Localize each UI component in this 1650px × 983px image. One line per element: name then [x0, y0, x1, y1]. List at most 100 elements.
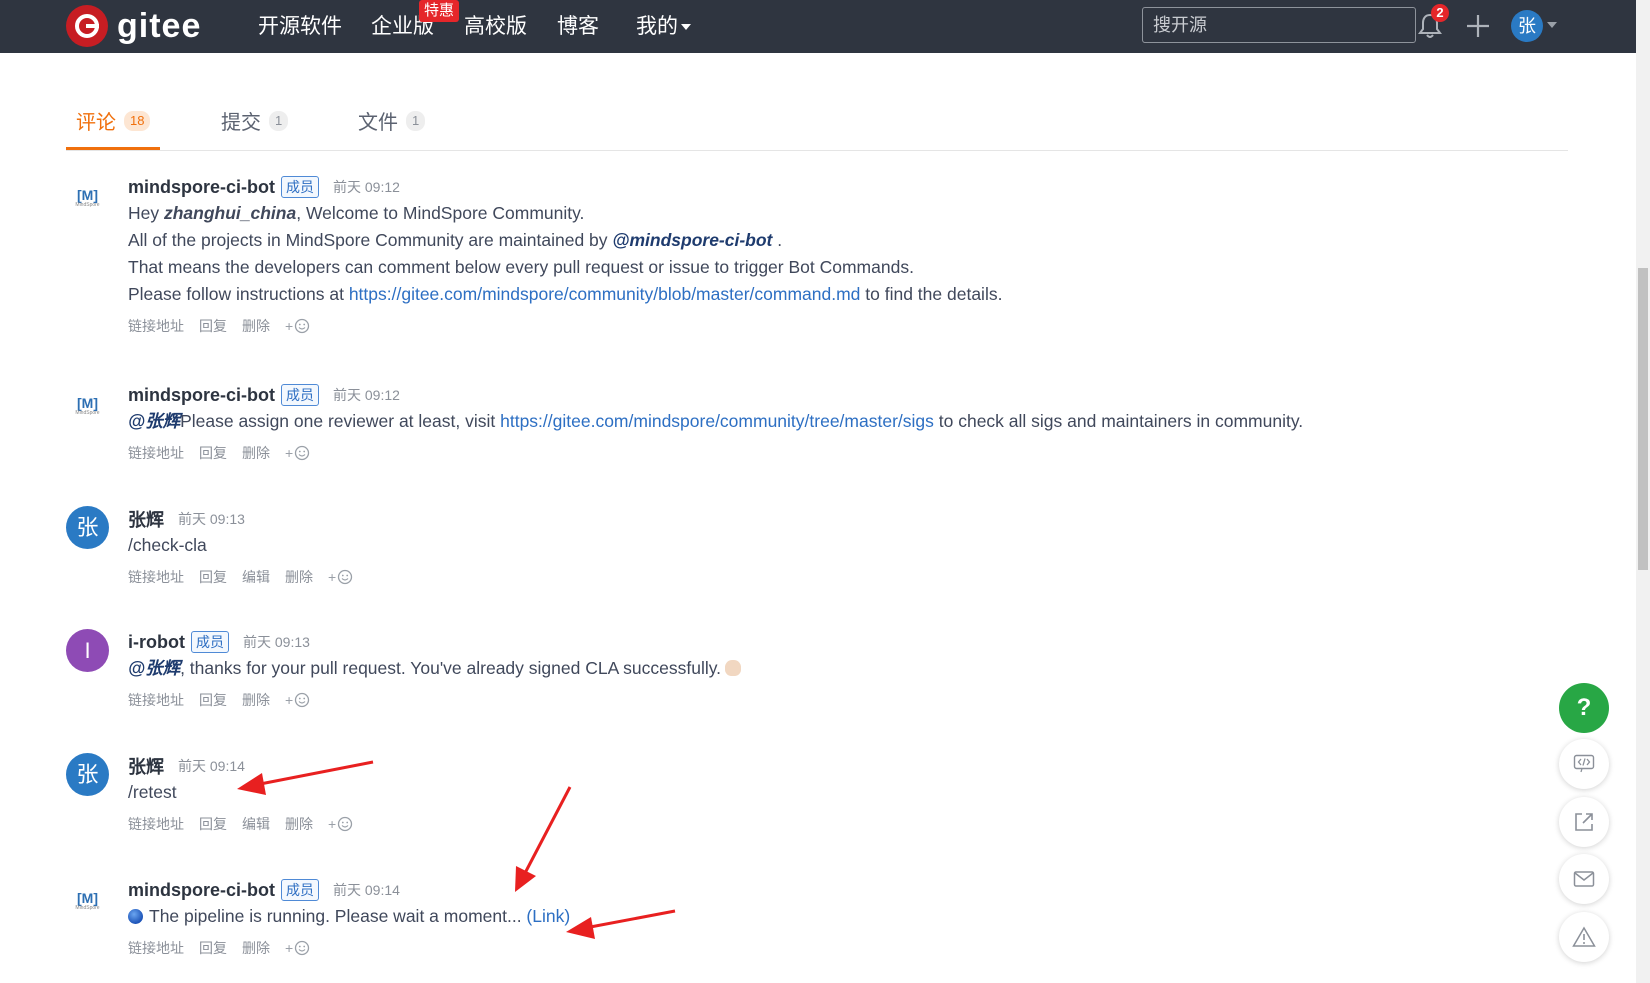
- add-reaction-button[interactable]: +: [285, 445, 310, 461]
- comment-header: i-robot 成员 前天 09:13: [128, 629, 1546, 655]
- comment-text-line: That means the developers can comment be…: [128, 257, 914, 277]
- tab-commits[interactable]: 提交 1: [221, 106, 289, 135]
- comment-actions: 链接地址 回复 编辑 删除 +: [128, 814, 1546, 834]
- reply-action[interactable]: 回复: [199, 443, 227, 463]
- reaction-plus: +: [285, 318, 294, 334]
- mention-link[interactable]: @mindspore-ci-bot: [612, 230, 772, 250]
- add-reaction-button[interactable]: +: [328, 816, 353, 832]
- comment-author[interactable]: 张辉: [128, 753, 164, 779]
- delete-action[interactable]: 删除: [242, 443, 270, 463]
- member-badge: 成员: [281, 879, 319, 901]
- mindspore-logo-sub: MindSpore: [75, 410, 100, 416]
- comment-time[interactable]: 前天 09:14: [333, 880, 400, 900]
- nav-mine-label: 我的: [636, 15, 678, 38]
- comment-text-line: Please follow instructions at https://gi…: [128, 281, 1546, 308]
- warning-icon: [1572, 926, 1596, 947]
- copy-link-action[interactable]: 链接地址: [128, 567, 184, 587]
- comment-header: mindspore-ci-bot 成员 前天 09:14: [128, 877, 1546, 903]
- username-text: zhanghui_china: [163, 203, 297, 223]
- comment-time[interactable]: 前天 09:12: [333, 177, 400, 197]
- delete-action[interactable]: 删除: [285, 814, 313, 834]
- nav-blog[interactable]: 博客: [557, 13, 599, 41]
- user-avatar[interactable]: I: [66, 629, 109, 672]
- comment-author[interactable]: 张辉: [128, 506, 164, 532]
- comment-time[interactable]: 前天 09:13: [243, 632, 310, 652]
- tab-files[interactable]: 文件 1: [358, 106, 426, 135]
- mindspore-logo-icon: [M]: [77, 890, 98, 906]
- comment-time[interactable]: 前天 09:13: [178, 509, 245, 529]
- reply-action[interactable]: 回复: [199, 690, 227, 710]
- edit-action[interactable]: 编辑: [242, 567, 270, 587]
- bot-avatar[interactable]: [M] MindSpore: [66, 182, 109, 225]
- clap-emoji-icon: [725, 660, 742, 676]
- tab-files-label: 文件: [358, 112, 398, 134]
- command-doc-link[interactable]: https://gitee.com/mindspore/community/bl…: [349, 284, 861, 304]
- code-icon: [1573, 754, 1595, 773]
- user-avatar[interactable]: 张: [66, 506, 109, 549]
- comment-text-line: @张辉Please assign one reviewer at least, …: [128, 408, 1546, 435]
- nav-university[interactable]: 高校版: [464, 13, 527, 41]
- member-badge: 成员: [281, 384, 319, 406]
- add-reaction-button[interactable]: +: [328, 569, 353, 585]
- nav-mine[interactable]: 我的: [636, 13, 691, 41]
- bot-avatar[interactable]: [M] MindSpore: [66, 390, 109, 433]
- reaction-plus: +: [285, 692, 294, 708]
- user-avatar[interactable]: 张: [66, 753, 109, 796]
- add-reaction-button[interactable]: +: [285, 318, 310, 334]
- comment-body: 张辉 前天 09:14 /retest 链接地址 回复 编辑 删除 +: [128, 753, 1546, 834]
- delete-action[interactable]: 删除: [242, 690, 270, 710]
- member-badge: 成员: [281, 176, 319, 198]
- comment-actions: 链接地址 回复 删除 +: [128, 690, 1546, 710]
- comment-time[interactable]: 前天 09:12: [333, 385, 400, 405]
- comment-header: mindspore-ci-bot 成员 前天 09:12: [128, 174, 1546, 200]
- mention-link[interactable]: @张辉: [128, 411, 180, 431]
- delete-action[interactable]: 删除: [242, 938, 270, 958]
- reply-action[interactable]: 回复: [199, 316, 227, 336]
- nav-open-source[interactable]: 开源软件: [258, 13, 342, 41]
- message-button[interactable]: [1559, 854, 1609, 904]
- tab-comments[interactable]: 评论 18: [76, 106, 151, 135]
- gitee-logo-icon: [66, 5, 108, 47]
- share-button[interactable]: [1559, 797, 1609, 847]
- comment-author[interactable]: i-robot: [128, 632, 185, 653]
- report-button[interactable]: [1559, 912, 1609, 962]
- delete-action[interactable]: 删除: [285, 567, 313, 587]
- plus-icon[interactable]: [1465, 13, 1491, 39]
- comment-body: mindspore-ci-bot 成员 前天 09:12 @张辉Please a…: [128, 382, 1546, 463]
- comment-author[interactable]: mindspore-ci-bot: [128, 880, 275, 901]
- comment-author[interactable]: mindspore-ci-bot: [128, 385, 275, 406]
- comment-actions: 链接地址 回复 编辑 删除 +: [128, 567, 1546, 587]
- delete-action[interactable]: 删除: [242, 316, 270, 336]
- comment-time[interactable]: 前天 09:14: [178, 756, 245, 776]
- user-avatar[interactable]: 张: [1511, 10, 1543, 42]
- comment-body: 张辉 前天 09:13 /check-cla 链接地址 回复 编辑 删除 +: [128, 506, 1546, 587]
- tab-files-count: 1: [406, 110, 426, 131]
- add-reaction-button[interactable]: +: [285, 940, 310, 956]
- bot-avatar[interactable]: [M] MindSpore: [66, 885, 109, 928]
- chevron-down-icon[interactable]: [1547, 22, 1557, 28]
- tab-commits-label: 提交: [221, 112, 261, 134]
- sigs-link[interactable]: https://gitee.com/mindspore/community/tr…: [500, 411, 934, 431]
- reply-action[interactable]: 回复: [199, 938, 227, 958]
- copy-link-action[interactable]: 链接地址: [128, 814, 184, 834]
- mention-link[interactable]: @张辉: [128, 658, 180, 678]
- copy-link-action[interactable]: 链接地址: [128, 316, 184, 336]
- copy-link-action[interactable]: 链接地址: [128, 690, 184, 710]
- copy-link-action[interactable]: 链接地址: [128, 443, 184, 463]
- scrollbar-thumb[interactable]: [1638, 268, 1648, 570]
- text-fragment: .: [772, 230, 783, 250]
- search-input[interactable]: [1142, 7, 1416, 43]
- reply-action[interactable]: 回复: [199, 814, 227, 834]
- help-button[interactable]: ?: [1559, 683, 1609, 733]
- edit-action[interactable]: 编辑: [242, 814, 270, 834]
- add-reaction-button[interactable]: +: [285, 692, 310, 708]
- pipeline-link[interactable]: (Link): [526, 906, 570, 926]
- reply-action[interactable]: 回复: [199, 567, 227, 587]
- comment-text-line: /check-cla: [128, 535, 207, 555]
- comment-author[interactable]: mindspore-ci-bot: [128, 177, 275, 198]
- copy-link-action[interactable]: 链接地址: [128, 938, 184, 958]
- smiley-icon: [295, 445, 310, 461]
- code-snippet-button[interactable]: [1559, 739, 1609, 789]
- mindspore-logo-sub: MindSpore: [75, 905, 100, 911]
- gitee-logo[interactable]: gitee: [66, 5, 201, 47]
